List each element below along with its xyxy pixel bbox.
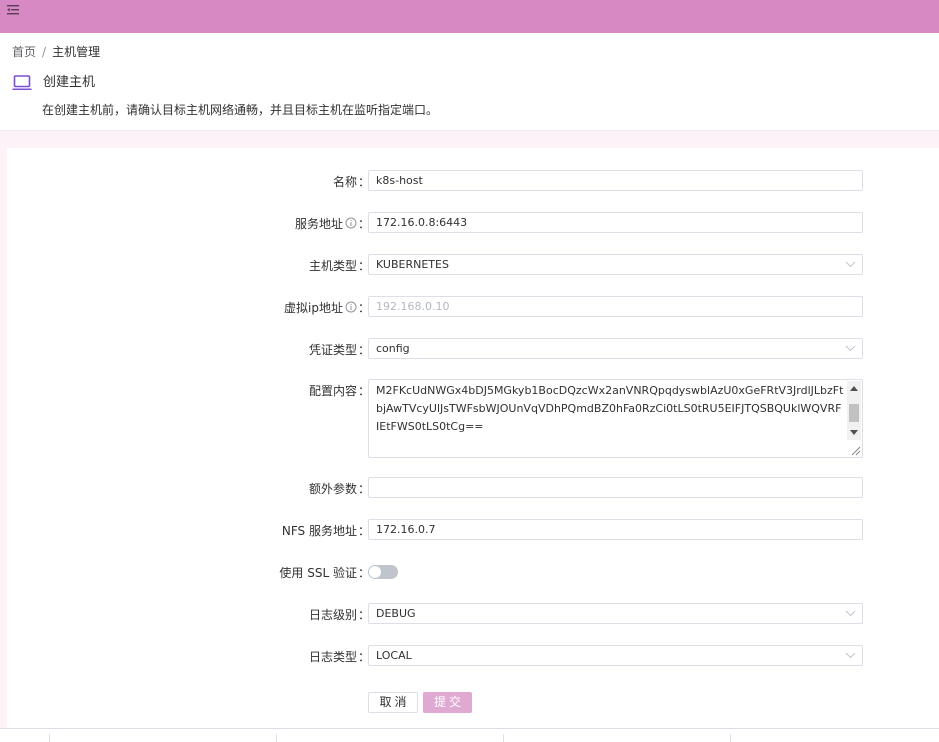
host-type-select[interactable]: KUBERNETES [368,254,863,275]
breadcrumb-home[interactable]: 首页 [12,45,36,59]
service-address-label: 服务地址 [294,216,343,231]
nfs-address-label: NFS 服务地址 [281,523,357,538]
virtual-ip-label: 虚拟ip地址 [284,300,343,315]
use-ssl-label: 使用 SSL 验证 [279,565,357,580]
form-row-extra-params: 额外参数： [7,477,939,499]
breadcrumb-current: 主机管理 [52,45,101,59]
form-actions: 取消 提交 [7,692,939,714]
log-type-select[interactable]: LOCAL [368,645,863,666]
scroll-up-icon[interactable] [850,385,858,391]
form-row-service-address: 服务地址： 172.16.0.8:6443 [7,212,939,234]
page-background-strip [0,148,7,728]
form-row-nfs-address: NFS 服务地址： 172.16.0.7 [7,519,939,541]
extra-params-label: 额外参数 [308,481,357,496]
use-ssl-toggle[interactable] [368,565,398,579]
cancel-button[interactable]: 取消 [368,692,418,713]
chevron-down-icon [845,610,856,617]
info-circle-icon[interactable] [345,301,357,313]
log-level-value: DEBUG [376,607,416,620]
form-row-log-level: 日志级别： DEBUG [7,603,939,625]
service-address-input[interactable]: 172.16.0.8:6443 [368,212,863,233]
extra-params-input[interactable] [368,477,863,498]
credential-type-label: 凭证类型 [308,342,357,357]
log-type-value: LOCAL [376,649,412,662]
resize-grip-icon[interactable] [849,444,861,456]
breadcrumb-separator: / [42,45,47,59]
form-row-credential-type: 凭证类型： config [7,338,939,360]
info-circle-icon[interactable] [345,217,357,229]
footer-tick [730,734,731,742]
chevron-down-icon [845,345,856,352]
page-divider [0,130,939,148]
textarea-scrollbar[interactable] [847,381,861,440]
submit-button[interactable]: 提交 [423,692,472,713]
page-description: 在创建主机前，请确认目标主机网络通畅，并且目标主机在监听指定端口。 [42,103,439,117]
credential-type-select[interactable]: config [368,338,863,359]
form-row-virtual-ip: 虚拟ip地址： 192.168.0.10 [7,296,939,318]
log-type-label: 日志类型 [308,649,357,664]
footer-tick [503,734,504,742]
name-label: 名称 [332,174,357,189]
page-header: 创建主机 [12,72,95,94]
config-content-label: 配置内容 [308,383,357,398]
menu-fold-icon[interactable] [6,3,20,17]
top-navbar [0,0,939,33]
credential-type-value: config [376,342,410,355]
scrollbar-thumb[interactable] [849,404,859,422]
page-title: 创建主机 [43,75,96,90]
config-content-textarea[interactable]: M2FKcUdNWGx4bDJ5MGkyb1BocDQzcWx2anVNRQpq… [368,379,863,458]
toggle-knob [369,566,381,578]
form-row-host-type: 主机类型： KUBERNETES [7,254,939,276]
create-host-form: 名称： k8s-host 服务地址： 172.16.0.8:6443 主机类型：… [7,148,939,728]
footer-divider [0,728,939,729]
laptop-icon [12,75,32,90]
log-level-select[interactable]: DEBUG [368,603,863,624]
form-row-config-content: 配置内容： M2FKcUdNWGx4bDJ5MGkyb1BocDQzcWx2an… [7,379,939,458]
breadcrumb: 首页 / 主机管理 [12,44,100,60]
form-row-name: 名称： k8s-host [7,170,939,192]
form-row-log-type: 日志类型： LOCAL [7,645,939,667]
nfs-address-input[interactable]: 172.16.0.7 [368,519,863,540]
virtual-ip-input[interactable]: 192.168.0.10 [368,296,863,317]
name-input[interactable]: k8s-host [368,170,863,191]
footer-tick [49,734,50,742]
chevron-down-icon [845,652,856,659]
config-content-text: M2FKcUdNWGx4bDJ5MGkyb1BocDQzcWx2anVNRQpq… [376,384,844,433]
form-row-use-ssl: 使用 SSL 验证： [7,561,939,583]
host-type-value: KUBERNETES [376,258,449,271]
scroll-down-icon[interactable] [850,430,858,436]
log-level-label: 日志级别 [308,607,357,622]
chevron-down-icon [845,261,856,268]
host-type-label: 主机类型 [308,258,357,273]
footer-tick [276,734,277,742]
